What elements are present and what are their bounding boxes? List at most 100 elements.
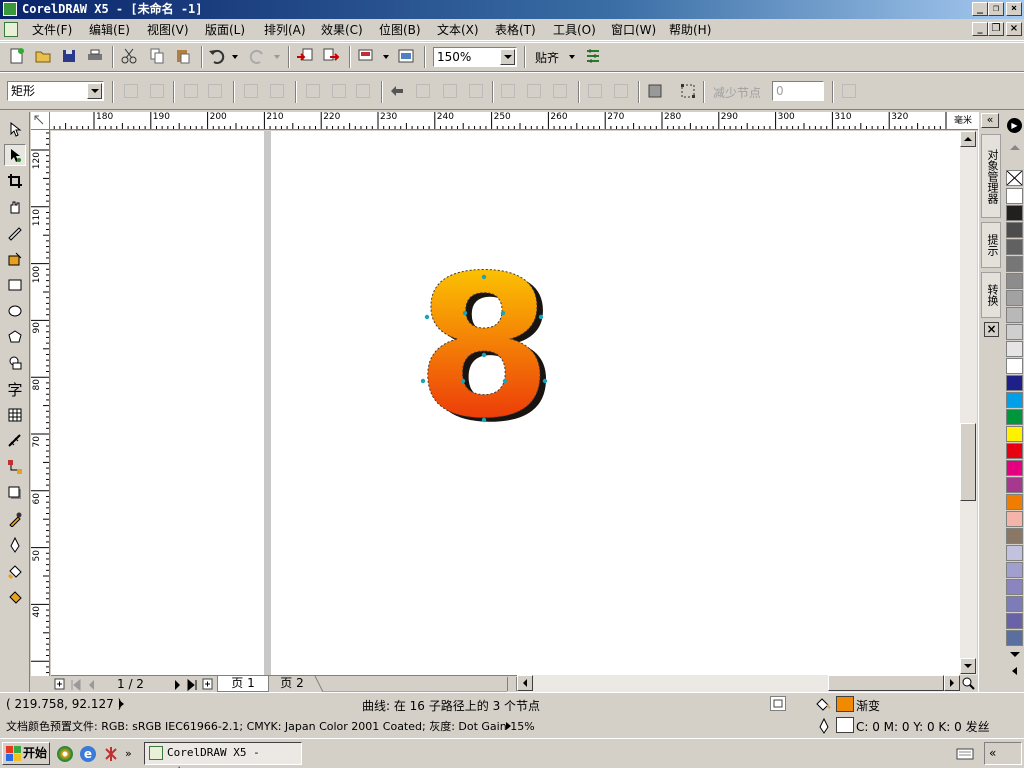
zoom-level-combo[interactable]: 150%: [433, 47, 517, 67]
select-all-nodes-icon[interactable]: [679, 82, 699, 102]
object-type-dropdown-icon[interactable]: [87, 83, 102, 99]
scroll-right-icon[interactable]: [944, 675, 960, 691]
new-document-icon[interactable]: [8, 47, 28, 67]
palette-swatch[interactable]: [1006, 392, 1023, 408]
menu-bitmaps[interactable]: 位图(B): [379, 22, 421, 38]
redo-dropdown-icon[interactable]: [274, 55, 280, 59]
welcome-screen-icon[interactable]: [397, 47, 417, 67]
undo-icon[interactable]: [208, 47, 228, 67]
palette-swatch[interactable]: [1006, 256, 1023, 272]
palette-swatch[interactable]: [1006, 596, 1023, 612]
mirror-nodes-icon[interactable]: [553, 84, 567, 98]
cusp-node-icon[interactable]: [306, 84, 320, 98]
palette-swatch[interactable]: [1006, 460, 1023, 476]
tool-quicklaunch-icon[interactable]: [103, 746, 119, 762]
extend-curve-icon[interactable]: [416, 84, 430, 98]
convert-to-curve-icon[interactable]: [270, 84, 284, 98]
minimize-button[interactable]: _: [972, 2, 988, 16]
menu-window[interactable]: 窗口(W): [611, 22, 656, 38]
table-tool-icon[interactable]: [4, 404, 26, 426]
document-icon[interactable]: [4, 22, 18, 37]
ruler-origin[interactable]: [31, 112, 50, 130]
vertical-mirror-icon[interactable]: [614, 84, 628, 98]
add-node-icon[interactable]: [124, 84, 138, 98]
palette-swatch[interactable]: [1006, 188, 1023, 204]
close-button[interactable]: ×: [1006, 2, 1022, 16]
docker-close-icon[interactable]: ×: [984, 322, 999, 337]
import-icon[interactable]: [296, 47, 316, 67]
vertical-scroll-thumb[interactable]: [960, 423, 976, 501]
palette-swatch[interactable]: [1006, 290, 1023, 306]
palette-expand-icon[interactable]: [1007, 664, 1022, 678]
palette-scroll-up-icon[interactable]: [1007, 136, 1022, 166]
extract-subpath-icon[interactable]: [443, 84, 457, 98]
menu-tools[interactable]: 工具(O): [553, 22, 596, 38]
smooth-node-icon[interactable]: [332, 84, 346, 98]
docker-tab-transform[interactable]: 转换: [981, 272, 1001, 318]
palette-swatch[interactable]: [1006, 358, 1023, 374]
menu-edit[interactable]: 编辑(E): [89, 22, 130, 38]
palette-swatch[interactable]: [1006, 205, 1023, 221]
no-color-swatch[interactable]: [1006, 170, 1023, 186]
horizontal-mirror-icon[interactable]: [588, 84, 602, 98]
cut-icon[interactable]: [120, 47, 140, 67]
ellipse-tool-icon[interactable]: [4, 300, 26, 322]
palette-swatch[interactable]: [1006, 477, 1023, 493]
export-icon[interactable]: [322, 47, 342, 67]
stretch-nodes-icon[interactable]: [469, 84, 483, 98]
delete-node-icon[interactable]: [150, 84, 164, 98]
reduce-nodes-input[interactable]: 0: [772, 81, 824, 101]
palette-swatch[interactable]: [1006, 545, 1023, 561]
tab-splitter[interactable]: [507, 677, 517, 691]
scroll-up-icon[interactable]: [960, 131, 976, 147]
menu-layout[interactable]: 版面(L): [205, 22, 245, 38]
palette-swatch[interactable]: [1006, 613, 1023, 629]
fill-tool-icon[interactable]: [4, 560, 26, 582]
text-tool-icon[interactable]: 字: [4, 378, 26, 400]
ie-quicklaunch-icon[interactable]: e: [80, 746, 96, 762]
join-nodes-icon[interactable]: [184, 84, 198, 98]
doc-close-button[interactable]: ×: [1006, 22, 1022, 36]
menu-effects[interactable]: 效果(C): [321, 22, 363, 38]
launcher-dropdown-icon[interactable]: [383, 55, 389, 59]
palette-swatch[interactable]: [1006, 324, 1023, 340]
undo-dropdown-icon[interactable]: [232, 55, 238, 59]
keyboard-tray-icon[interactable]: [956, 747, 974, 761]
coords-expand-icon[interactable]: [119, 700, 124, 708]
shape-tool-icon[interactable]: [4, 144, 26, 166]
basic-shapes-tool-icon[interactable]: [4, 352, 26, 374]
palette-swatch[interactable]: [1006, 562, 1023, 578]
palette-swatch[interactable]: [1006, 239, 1023, 255]
menu-view[interactable]: 视图(V): [147, 22, 189, 38]
docker-tab-hints[interactable]: 提示: [981, 222, 1001, 268]
rotate-nodes-icon[interactable]: [501, 84, 515, 98]
vertical-scrollbar[interactable]: [960, 131, 977, 675]
outline-pen-tool-icon[interactable]: [4, 534, 26, 556]
palette-swatch[interactable]: [1006, 375, 1023, 391]
convert-to-line-icon[interactable]: [244, 84, 258, 98]
application-launcher-icon[interactable]: [357, 47, 377, 67]
outline-color-swatch[interactable]: [836, 717, 854, 733]
redo-icon[interactable]: [248, 47, 268, 67]
palette-swatch[interactable]: [1006, 426, 1023, 442]
pick-tool-icon[interactable]: [4, 118, 26, 140]
start-button[interactable]: 开始: [2, 742, 50, 765]
interactive-fill-tool-icon[interactable]: [4, 586, 26, 608]
scroll-down-icon[interactable]: [960, 658, 976, 674]
horizontal-ruler[interactable]: 180 190 200 210 220 230 240 250 260 270 280 290 300 3…: [50, 112, 978, 130]
docker-expand-icon[interactable]: «: [981, 113, 999, 128]
elastic-mode-icon[interactable]: [646, 82, 666, 102]
freehand-tool-icon[interactable]: [4, 222, 26, 244]
palette-swatch[interactable]: [1006, 409, 1023, 425]
align-nodes-icon[interactable]: [527, 84, 541, 98]
open-folder-icon[interactable]: [34, 47, 54, 67]
save-icon[interactable]: [60, 47, 80, 67]
palette-scroll-down-icon[interactable]: [1007, 648, 1022, 662]
drawing-canvas[interactable]: 8 8: [51, 131, 960, 675]
quicklaunch-expand-icon[interactable]: »: [125, 747, 132, 760]
palette-swatch[interactable]: [1006, 630, 1023, 646]
horizontal-scrollbar[interactable]: [517, 675, 960, 692]
snap-dropdown-icon[interactable]: [569, 55, 575, 59]
horizontal-scroll-thumb[interactable]: [828, 675, 944, 691]
eyedropper-tool-icon[interactable]: [4, 508, 26, 530]
